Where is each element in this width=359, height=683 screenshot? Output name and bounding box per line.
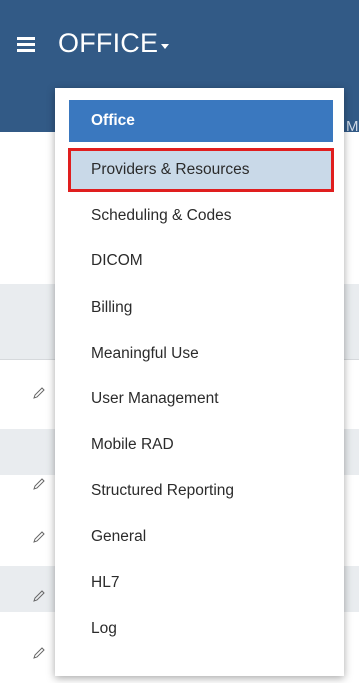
menu-item-providers-resources[interactable]: Providers & Resources: [68, 148, 334, 192]
menu-item-log[interactable]: Log: [69, 608, 333, 650]
menu-item-dicom[interactable]: DICOM: [69, 240, 333, 282]
header-tab-partial: M: [346, 118, 359, 135]
menu-item-billing[interactable]: Billing: [69, 287, 333, 329]
pencil-icon[interactable]: [32, 589, 46, 603]
office-title-label: OFFICE: [58, 28, 159, 58]
menu-item-scheduling-codes[interactable]: Scheduling & Codes: [69, 195, 333, 237]
menu-item-meaningful-use[interactable]: Meaningful Use: [69, 333, 333, 375]
menu-item-office[interactable]: Office: [69, 100, 333, 142]
pencil-icon[interactable]: [32, 386, 46, 400]
pencil-icon[interactable]: [32, 477, 46, 491]
caret-down-icon: [161, 44, 170, 49]
menu-item-user-management[interactable]: User Management: [69, 378, 333, 420]
office-dropdown-menu: Office Providers & Resources Scheduling …: [55, 88, 344, 676]
hamburger-icon[interactable]: [17, 37, 35, 52]
pencil-icon[interactable]: [32, 530, 46, 544]
menu-item-hl7[interactable]: HL7: [69, 562, 333, 604]
pencil-icon[interactable]: [32, 646, 46, 660]
office-menu-toggle[interactable]: OFFICE: [58, 28, 170, 59]
menu-item-general[interactable]: General: [69, 516, 333, 558]
menu-item-mobile-rad[interactable]: Mobile RAD: [69, 424, 333, 466]
menu-item-structured-reporting[interactable]: Structured Reporting: [69, 470, 333, 512]
